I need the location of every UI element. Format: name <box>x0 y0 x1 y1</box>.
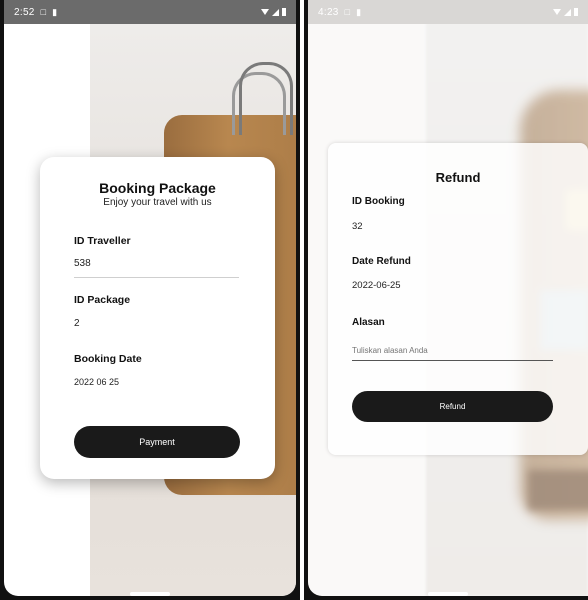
refund-date-value: 2022-06-25 <box>352 280 401 291</box>
booking-date-value: 2022 06 25 <box>74 377 120 387</box>
traveller-field[interactable]: 538 <box>74 258 91 269</box>
refund-screen: 4:23 □ ▮ Refund ID Booking 32 Date Refun… <box>308 0 588 596</box>
signal-icon <box>564 8 571 16</box>
refund-card: Refund ID Booking 32 Date Refund 2022-06… <box>328 143 588 455</box>
reason-label: Alasan <box>352 317 385 328</box>
status-bar: 4:23 □ ▮ <box>308 0 588 24</box>
reason-input[interactable] <box>352 340 553 361</box>
traveller-field-underline <box>74 277 239 278</box>
booking-id-label: ID Booking <box>352 196 405 207</box>
package-value: 2 <box>74 318 80 329</box>
battery-icon <box>282 8 286 16</box>
package-label: ID Package <box>74 294 131 306</box>
refund-phone: 4:23 □ ▮ Refund ID Booking 32 Date Refun… <box>304 0 588 600</box>
notification-icon: □ <box>40 7 47 17</box>
status-bar: 2:52 □ ▮ <box>4 0 296 24</box>
signal-icon <box>272 8 279 16</box>
traveller-label: ID Traveller <box>74 235 131 247</box>
notification-icon: □ <box>344 7 351 17</box>
battery-icon <box>574 8 578 16</box>
suitcase-handle-ring <box>239 62 293 135</box>
nav-gesture-bar <box>130 592 170 596</box>
status-time: 2:52 <box>14 6 35 18</box>
sd-card-icon: ▮ <box>356 6 362 17</box>
page-title: Refund <box>435 170 481 185</box>
sd-card-icon: ▮ <box>52 6 58 17</box>
payment-button[interactable]: Payment <box>74 426 240 458</box>
page-title: Booking Package <box>99 180 216 196</box>
nav-gesture-bar <box>428 592 468 596</box>
refund-date-label: Date Refund <box>352 256 411 267</box>
status-time: 4:23 <box>318 6 339 18</box>
booking-date-label: Booking Date <box>74 353 142 365</box>
booking-card: Booking Package Enjoy your travel with u… <box>40 157 275 479</box>
booking-phone: 2:52 □ ▮ Booking Package Enjoy your trav… <box>0 0 300 600</box>
wifi-icon <box>553 9 561 15</box>
page-subtitle: Enjoy your travel with us <box>103 197 212 208</box>
refund-button[interactable]: Refund <box>352 391 553 422</box>
wifi-icon <box>261 9 269 15</box>
booking-id-value: 32 <box>352 221 363 232</box>
booking-screen: 2:52 □ ▮ Booking Package Enjoy your trav… <box>4 0 296 596</box>
